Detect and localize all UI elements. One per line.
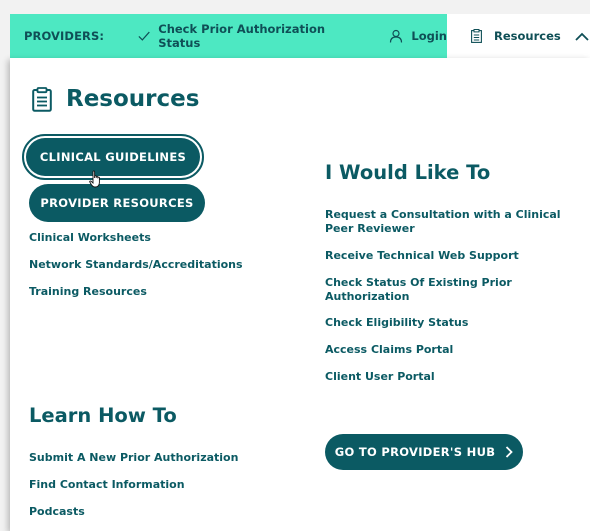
clipboard-icon [471,29,482,43]
provider-resources-label: PROVIDER RESOURCES [40,196,194,210]
panel-title: Resources [32,86,199,112]
login-link[interactable]: Login [389,29,447,43]
clinical-worksheets-link[interactable]: Clinical Worksheets [29,231,243,245]
training-resources-link[interactable]: Training Resources [29,285,243,299]
hand-cursor-icon [89,170,100,188]
check-eligibility-link[interactable]: Check Eligibility Status [325,316,585,330]
learn-how-heading: Learn How To [29,404,177,427]
technical-support-link[interactable]: Receive Technical Web Support [325,249,585,263]
submit-prior-auth-link[interactable]: Submit A New Prior Authorization [29,451,238,465]
would-like-heading: I Would Like To [325,161,491,184]
clinical-guidelines-button[interactable]: CLINICAL GUIDELINES [22,134,204,180]
claims-portal-link[interactable]: Access Claims Portal [325,343,585,357]
chevron-up-icon [575,32,589,41]
would-like-links: Request a Consultation with a Clinical P… [325,208,585,397]
clinical-guidelines-label: CLINICAL GUIDELINES [39,150,187,164]
learn-links: Submit A New Prior Authorization Find Co… [29,451,238,531]
network-standards-link[interactable]: Network Standards/Accreditations [29,258,243,272]
providers-hub-button[interactable]: GO TO PROVIDER'S HUB [325,434,523,470]
check-prior-auth-link[interactable]: Check Prior Authorization Status [138,22,343,50]
resources-menu-label: Resources [494,29,561,43]
provider-bar: PROVIDERS: Check Prior Authorization Sta… [10,14,447,58]
podcasts-link[interactable]: Podcasts [29,505,238,519]
check-prior-auth-label: Check Prior Authorization Status [158,22,326,50]
user-icon [390,29,403,43]
resource-links: Clinical Worksheets Network Standards/Ac… [29,231,243,311]
provider-topbar: PROVIDERS: Check Prior Authorization Sta… [10,14,590,58]
check-existing-auth-link[interactable]: Check Status Of Existing Prior Authoriza… [325,276,585,304]
panel-title-text: Resources [66,86,200,112]
provider-resources-button[interactable]: PROVIDER RESOURCES [29,184,205,222]
providers-hub-label: GO TO PROVIDER'S HUB [334,445,496,459]
resources-menu-toggle[interactable]: Resources [447,14,590,58]
chevron-right-icon [506,446,514,458]
check-icon [138,31,150,41]
resources-dropdown-panel: Resources CLINICAL GUIDELINES PROVIDER R… [10,58,590,531]
clipboard-icon [32,86,52,112]
find-contact-link[interactable]: Find Contact Information [29,478,238,492]
client-user-portal-link[interactable]: Client User Portal [325,370,585,384]
request-consultation-link[interactable]: Request a Consultation with a Clinical P… [325,208,585,236]
providers-label: PROVIDERS: [24,29,105,43]
login-label: Login [411,29,447,43]
